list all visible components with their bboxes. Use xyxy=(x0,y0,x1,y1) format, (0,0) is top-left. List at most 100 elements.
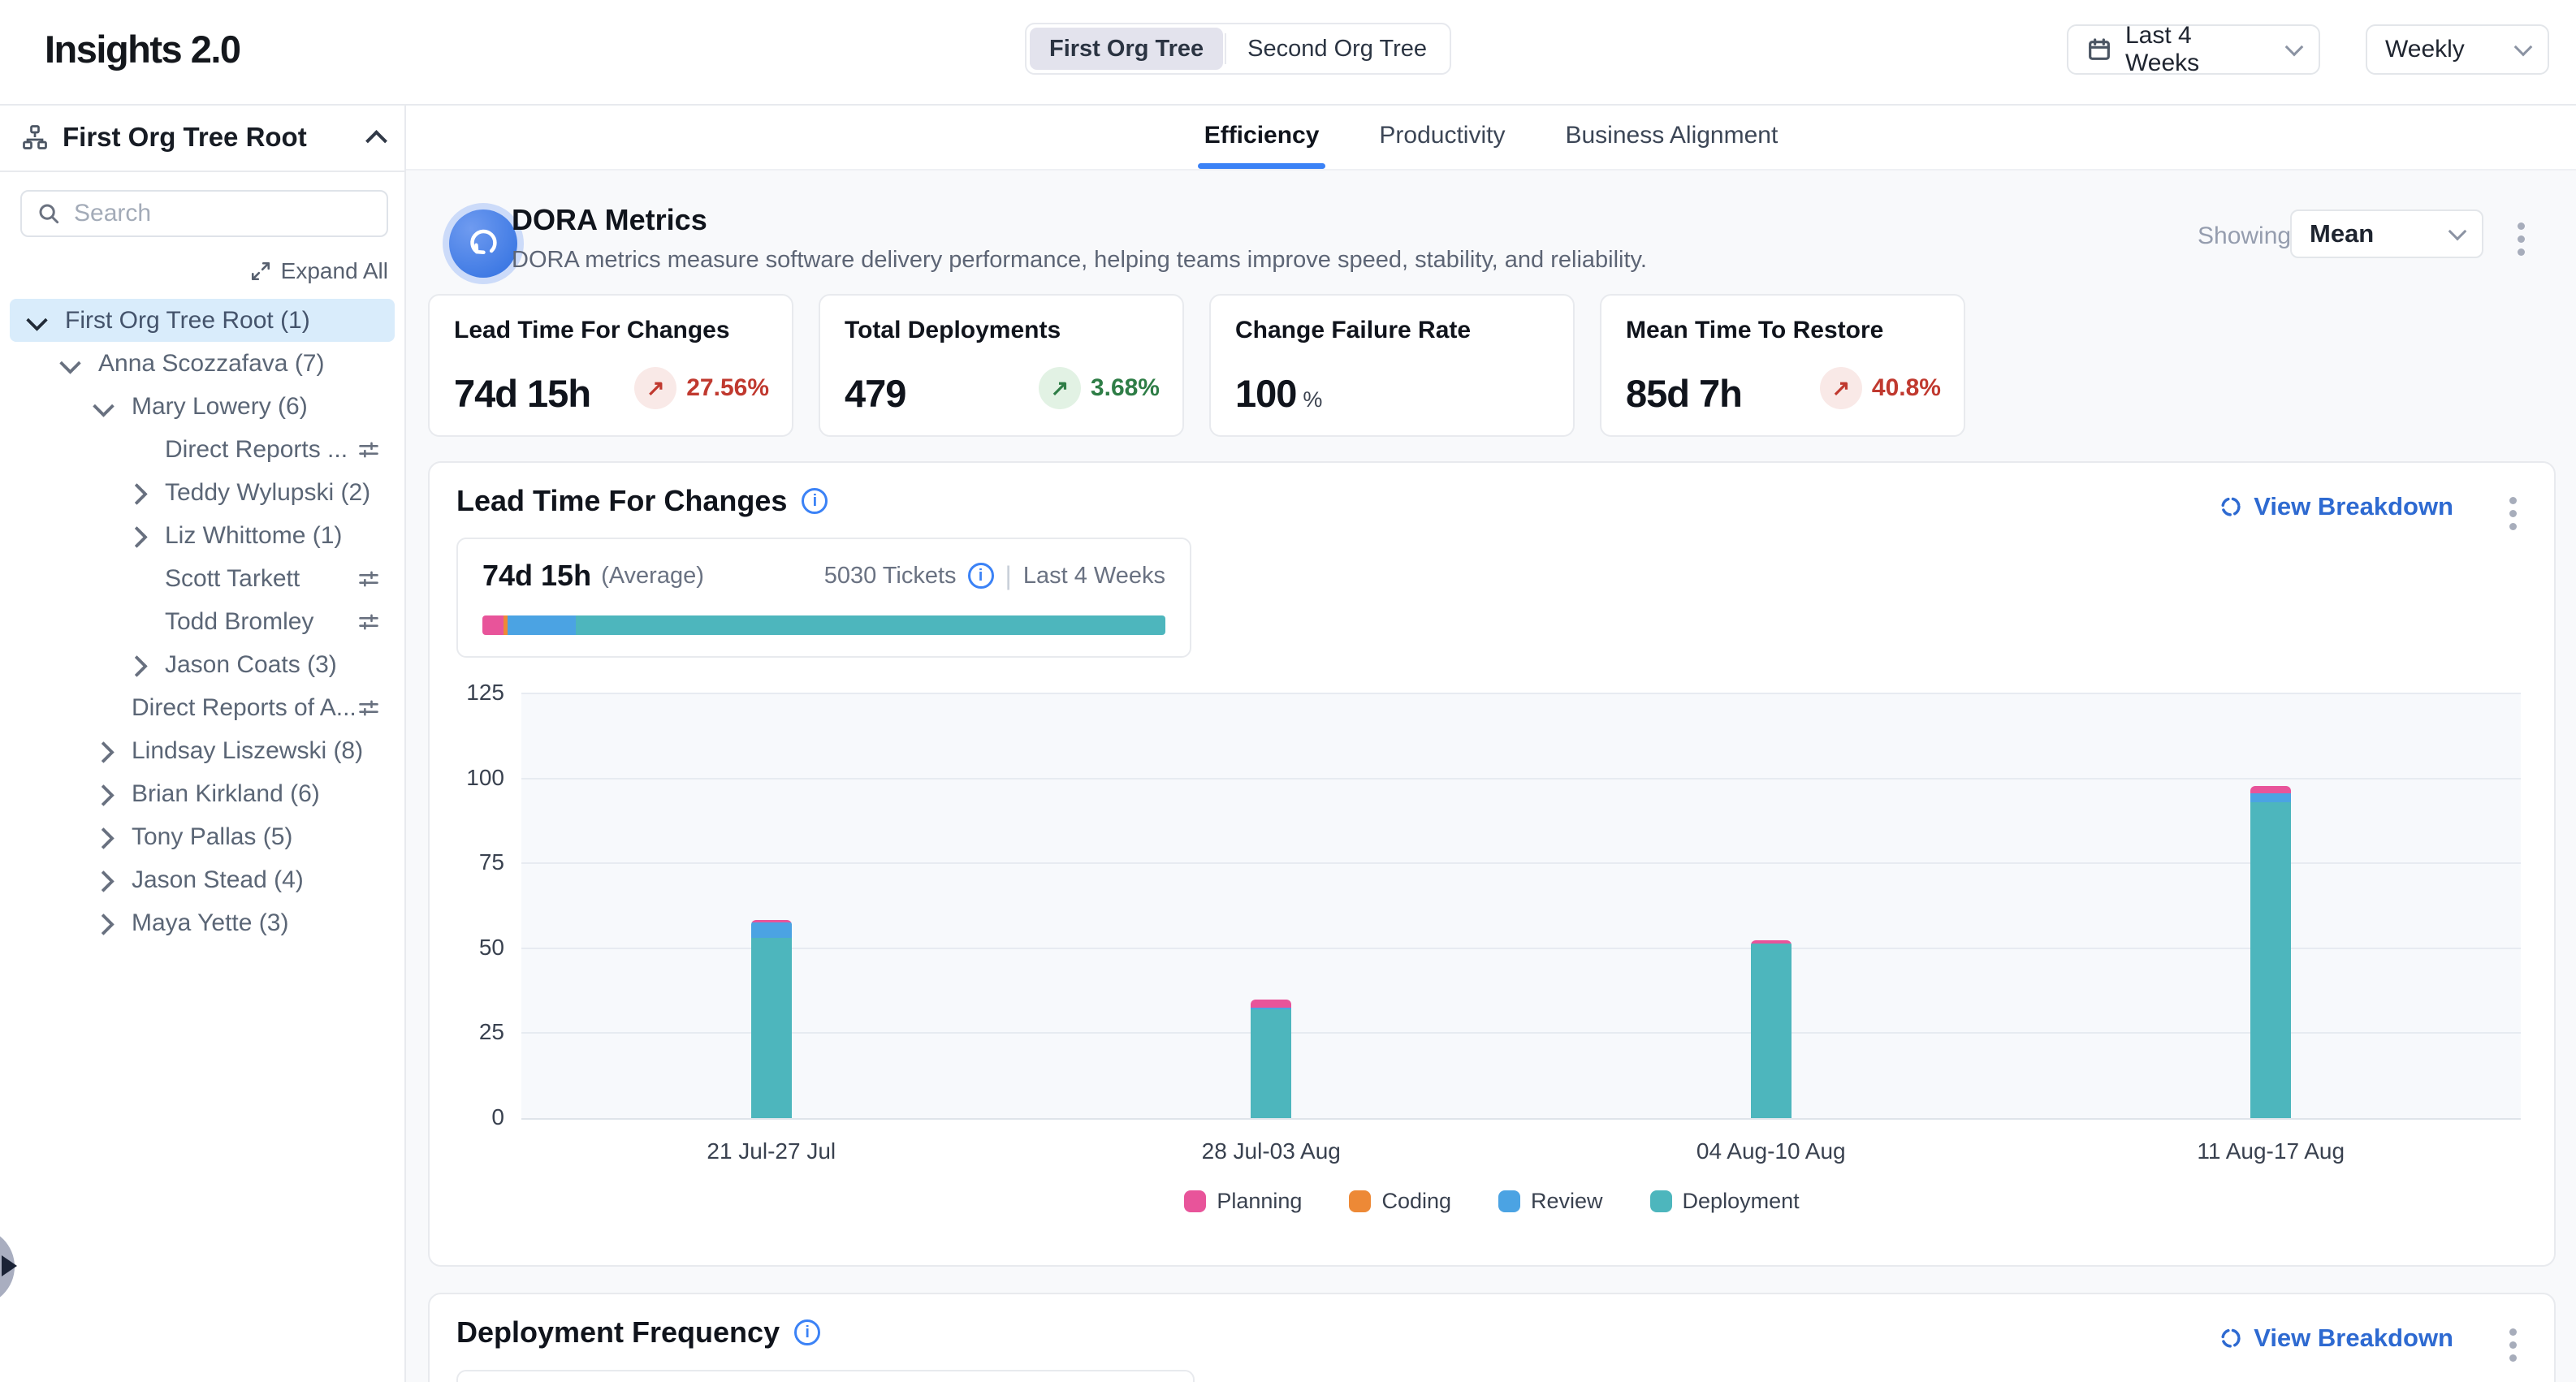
metric-card: Mean Time To Restore85d 7h↗40.8% xyxy=(1600,294,1965,437)
tree-item[interactable]: Maya Yette (3) xyxy=(10,901,395,944)
legend-item-deployment: Deployment xyxy=(1650,1189,1800,1214)
y-axis-tick-label: 50 xyxy=(436,935,504,961)
deployment-frequency-kebab-menu[interactable] xyxy=(2506,1325,2520,1365)
info-icon[interactable]: i xyxy=(802,488,828,514)
search-input[interactable] xyxy=(72,199,372,228)
chevron-right-icon[interactable] xyxy=(126,655,148,677)
metric-label: Mean Time To Restore xyxy=(1626,317,1939,344)
sidebar-header: First Org Tree Root xyxy=(0,104,404,172)
tree-item[interactable]: Lindsay Liszewski (8) xyxy=(10,729,395,772)
chevron-right-icon[interactable] xyxy=(126,526,148,548)
info-icon[interactable]: i xyxy=(794,1319,820,1345)
range-label: Last 4 Weeks xyxy=(1023,563,1165,590)
sidebar-title: First Org Tree Root xyxy=(63,122,307,153)
chevron-right-icon[interactable] xyxy=(93,870,115,892)
metric-label: Total Deployments xyxy=(845,317,1158,344)
dora-metric-cards: Lead Time For Changes74d 15h↗27.56%Total… xyxy=(428,294,1965,437)
aggregation-select[interactable]: Mean xyxy=(2290,209,2483,258)
tree-item[interactable]: Mary Lowery (6) xyxy=(10,385,395,428)
view-tabs: Efficiency Productivity Business Alignment xyxy=(406,104,2576,171)
distribution-segment-review xyxy=(508,615,576,635)
legend-item-coding: Coding xyxy=(1349,1189,1451,1214)
org-chart-icon xyxy=(20,123,50,152)
expand-arrows-icon xyxy=(250,261,271,282)
tree-item-label: Scott Tarkett xyxy=(165,557,300,600)
trend-badge: ↗40.8% xyxy=(1820,367,1941,409)
info-icon[interactable]: i xyxy=(968,563,994,589)
metric-value: 479 xyxy=(845,371,905,416)
x-axis-tick-label: 21 Jul-27 Jul xyxy=(707,1138,836,1164)
lead-time-title-row: Lead Time For Changes i xyxy=(456,484,828,518)
bar-11-aug-17-aug xyxy=(2250,786,2291,1118)
tree-item-label: Direct Reports ... xyxy=(165,428,348,471)
filter-icon[interactable] xyxy=(357,568,380,590)
x-axis-tick-label: 11 Aug-17 Aug xyxy=(2197,1138,2345,1164)
chevron-down-icon[interactable] xyxy=(93,395,115,417)
chart-plot-area xyxy=(521,693,2521,1120)
chevron-right-icon[interactable] xyxy=(93,741,115,763)
metric-card: Total Deployments479↗3.68% xyxy=(819,294,1184,437)
tree-item-label: Lindsay Liszewski (8) xyxy=(132,729,363,772)
tree-item-label: Anna Scozzafava (7) xyxy=(98,342,324,385)
filter-icon[interactable] xyxy=(357,697,380,719)
view-breakdown-link[interactable]: View Breakdown xyxy=(2219,492,2453,521)
chevron-right-icon[interactable] xyxy=(93,913,115,935)
trend-delta: 3.68% xyxy=(1091,374,1160,402)
chevron-down-icon[interactable] xyxy=(26,309,48,331)
date-range-select[interactable]: Last 4 Weeks xyxy=(2067,24,2320,75)
gridline xyxy=(521,1032,2521,1034)
dora-kebab-menu[interactable] xyxy=(2514,219,2528,259)
tab-business-alignment[interactable]: Business Alignment xyxy=(1565,104,1778,169)
tree-item[interactable]: Tony Pallas (5) xyxy=(10,815,395,858)
tab-productivity[interactable]: Productivity xyxy=(1379,104,1505,169)
tree-item-label: Liz Whittome (1) xyxy=(165,514,342,557)
chevron-right-icon[interactable] xyxy=(93,784,115,806)
tree-item-label: Todd Bromley xyxy=(165,600,313,643)
bar-segment-review xyxy=(2250,793,2291,802)
tree-item[interactable]: Direct Reports ... xyxy=(10,428,395,471)
tree-item[interactable]: Anna Scozzafava (7) xyxy=(10,342,395,385)
granularity-select[interactable]: Weekly xyxy=(2366,24,2549,75)
tree-item[interactable]: Jason Coats (3) xyxy=(10,643,395,686)
tree-item[interactable]: Todd Bromley xyxy=(10,600,395,643)
tree-item[interactable]: Brian Kirkland (6) xyxy=(10,772,395,815)
metric-suffix: % xyxy=(1303,387,1322,412)
metric-label: Change Failure Rate xyxy=(1235,317,1549,344)
view-breakdown-label: View Breakdown xyxy=(2254,1324,2453,1353)
deployment-summary-card xyxy=(456,1370,1195,1382)
filter-icon[interactable] xyxy=(357,611,380,633)
tree-item[interactable]: Scott Tarkett xyxy=(10,557,395,600)
chevron-down-icon xyxy=(2285,37,2304,56)
legend-swatch xyxy=(1498,1190,1520,1212)
tree-item[interactable]: Jason Stead (4) xyxy=(10,858,395,901)
expand-all-button[interactable]: Expand All xyxy=(250,258,388,284)
trend-up-arrow-icon: ↗ xyxy=(1820,367,1862,409)
chevron-right-icon[interactable] xyxy=(126,483,148,505)
tree-item[interactable]: First Org Tree Root (1) xyxy=(10,299,395,342)
bar-segment-planning xyxy=(2250,786,2291,793)
toggle-second-org-tree[interactable]: Second Org Tree xyxy=(1228,28,1446,70)
y-axis-tick-label: 25 xyxy=(436,1019,504,1045)
filter-icon[interactable] xyxy=(357,438,380,461)
view-breakdown-link[interactable]: View Breakdown xyxy=(2219,1324,2453,1353)
gridline xyxy=(521,948,2521,949)
lead-time-kebab-menu[interactable] xyxy=(2506,494,2520,533)
tree-item-label: Jason Stead (4) xyxy=(132,858,304,901)
toggle-first-org-tree[interactable]: First Org Tree xyxy=(1030,28,1223,70)
tab-efficiency[interactable]: Efficiency xyxy=(1204,104,1320,169)
average-value: 74d 15h xyxy=(482,559,591,593)
deployment-frequency-title-row: Deployment Frequency i xyxy=(456,1315,820,1350)
main-content: Efficiency Productivity Business Alignment… xyxy=(406,104,2576,1382)
tree-item[interactable]: Direct Reports of A... xyxy=(10,686,395,729)
chart-legend: PlanningCodingReviewDeployment xyxy=(430,1189,2554,1214)
average-summary-card: 74d 15h (Average) 5030 Tickets i | Last … xyxy=(456,538,1191,658)
tree-item[interactable]: Teddy Wylupski (2) xyxy=(10,471,395,514)
tree-item[interactable]: Liz Whittome (1) xyxy=(10,514,395,557)
trend-badge: ↗27.56% xyxy=(634,367,769,409)
deployment-frequency-title: Deployment Frequency xyxy=(456,1315,780,1350)
legend-item-review: Review xyxy=(1498,1189,1603,1214)
legend-swatch xyxy=(1184,1190,1206,1212)
chevron-right-icon[interactable] xyxy=(93,827,115,849)
chevron-down-icon[interactable] xyxy=(59,352,81,374)
collapse-chevron-up-icon[interactable] xyxy=(365,130,387,152)
